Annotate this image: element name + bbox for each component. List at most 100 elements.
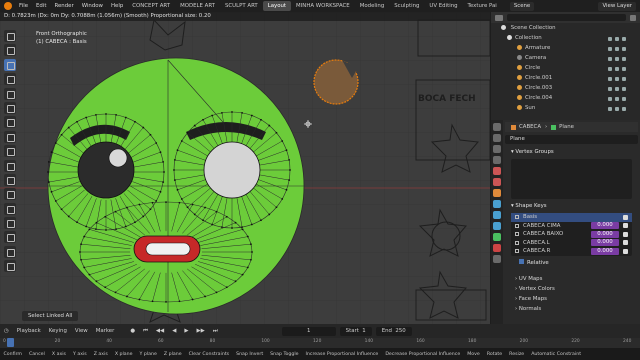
next-keyframe-icon[interactable]: ▶▶ [193, 328, 209, 334]
object-tab-icon[interactable] [493, 189, 501, 197]
filter-icon[interactable] [630, 14, 636, 21]
bevel-tool-icon[interactable] [4, 173, 16, 186]
menu-edit[interactable]: Edit [32, 3, 50, 9]
start-frame-field[interactable]: Start 1 [339, 326, 372, 336]
workspace-tab-texture-paint[interactable]: Texture Pai [463, 1, 502, 11]
extrude-tool-icon[interactable] [4, 145, 16, 158]
timeline-ruler[interactable]: 0 20 40 60 80 100 120 140 160 180 200 220 240 [0, 338, 640, 348]
loop-cut-tool-icon[interactable] [4, 188, 16, 201]
tool-tab-icon[interactable] [493, 123, 501, 131]
outliner-item[interactable]: Circle.003 [491, 83, 640, 93]
select-box-tool-icon[interactable] [4, 30, 16, 42]
view-layer-selector[interactable]: View Layer [598, 1, 636, 11]
vertex-groups-list[interactable] [511, 159, 632, 199]
shape-key-mute-checkbox[interactable] [623, 240, 628, 246]
collapsed-panel[interactable]: › UV Maps [505, 274, 638, 284]
outliner-item[interactable]: Armature [491, 43, 640, 53]
outliner-search-input[interactable] [507, 14, 626, 21]
smooth-tool-icon[interactable] [4, 245, 16, 258]
visibility-toggles-icon[interactable] [608, 65, 634, 71]
visibility-toggles-icon[interactable] [608, 75, 634, 81]
current-frame-field[interactable]: 1 [281, 326, 336, 336]
view-menu[interactable]: View [71, 328, 92, 334]
material-tab-icon[interactable] [493, 244, 501, 252]
jump-end-icon[interactable]: ⏭ [209, 328, 222, 335]
outliner-item[interactable]: Circle.001 [491, 73, 640, 83]
shape-key-row[interactable]: CABECA.R 0.000 [511, 247, 632, 256]
prev-keyframe-icon[interactable]: ◀◀ [152, 328, 168, 334]
physics-tab-icon[interactable] [493, 222, 501, 230]
menu-file[interactable]: File [15, 3, 32, 9]
shape-key-mute-checkbox[interactable] [623, 214, 628, 220]
shape-key-value-field[interactable]: 0.000 [591, 222, 619, 230]
play-reverse-icon[interactable]: ◀ [168, 328, 180, 334]
outliner-item[interactable]: Sun [491, 103, 640, 113]
visibility-toggles-icon[interactable] [608, 95, 634, 101]
move-tool-icon[interactable] [4, 58, 16, 71]
workspace-tab-modele-art[interactable]: MODELE ART [175, 1, 220, 11]
keying-menu[interactable]: Keying [45, 328, 71, 334]
outliner-item[interactable]: Camera [491, 53, 640, 63]
blender-logo-icon[interactable] [4, 2, 12, 10]
workspace-tab-modeling[interactable]: Modeling [355, 1, 390, 11]
particles-tab-icon[interactable] [493, 211, 501, 219]
menu-render[interactable]: Render [50, 3, 77, 9]
scale-tool-icon[interactable] [4, 87, 16, 100]
render-tab-icon[interactable] [493, 134, 501, 142]
cursor-tool-icon[interactable] [4, 44, 16, 57]
outliner-item[interactable]: Circle [491, 63, 640, 73]
scene-collection-item[interactable]: Scene Collection [491, 23, 640, 33]
workspace-tab-sculpting[interactable]: Sculpting [389, 1, 424, 11]
workspace-tab-sculpt-art[interactable]: SCULPT ART [220, 1, 263, 11]
collapsed-panel[interactable]: › Face Maps [505, 294, 638, 304]
playback-menu[interactable]: Playback [13, 328, 45, 334]
menu-help[interactable]: Help [107, 3, 127, 9]
3d-viewport[interactable]: BOCA FECH [0, 12, 490, 324]
visibility-toggles-icon[interactable] [608, 55, 634, 61]
collapsed-panel[interactable]: › Vertex Colors [505, 284, 638, 294]
shape-keys-panel[interactable]: ▾ Shape Keys [505, 201, 638, 211]
texture-tab-icon[interactable] [493, 255, 501, 263]
output-tab-icon[interactable] [493, 145, 501, 153]
outliner-editor-icon[interactable] [495, 14, 503, 21]
outliner-item[interactable]: Collection [491, 33, 640, 43]
menu-window[interactable]: Window [78, 3, 107, 9]
modifier-tab-icon[interactable] [493, 200, 501, 208]
end-frame-field[interactable]: End 250 [375, 326, 412, 336]
workspace-tab-uv-editing[interactable]: UV Editing [424, 1, 462, 11]
shape-key-row[interactable]: CABECA BAIXO 0.000 [511, 230, 632, 239]
visibility-toggles-icon[interactable] [608, 105, 634, 111]
rotate-tool-icon[interactable] [4, 73, 16, 86]
mesh-data-selector[interactable]: Plane [505, 135, 638, 144]
shape-key-value-field[interactable]: 0.000 [591, 247, 619, 255]
shape-key-value-field[interactable]: 0.000 [591, 230, 619, 238]
scene-tab-icon[interactable] [493, 167, 501, 175]
collapsed-panel[interactable]: › Normals [505, 304, 638, 314]
timeline-editor-icon[interactable]: ◷ [0, 328, 13, 334]
workspace-tab-minha[interactable]: MINHA WORKSPACE [291, 1, 355, 11]
vertex-groups-panel[interactable]: ▾ Vertex Groups [505, 147, 638, 157]
world-tab-icon[interactable] [493, 178, 501, 186]
outliner-item[interactable]: Circle.004 [491, 93, 640, 103]
shape-key-row[interactable]: CABECA CIMA 0.000 [511, 222, 632, 231]
transform-tool-icon[interactable] [4, 101, 16, 114]
shape-key-row[interactable]: Basis [511, 213, 632, 222]
view-layer-tab-icon[interactable] [493, 156, 501, 164]
measure-tool-icon[interactable] [4, 130, 16, 143]
jump-start-icon[interactable]: ⏮ [139, 328, 152, 335]
select-linked-panel[interactable]: Select Linked All [22, 311, 79, 321]
shear-tool-icon[interactable] [4, 260, 16, 273]
breadcrumb-data[interactable]: Plane [559, 122, 574, 132]
visibility-toggles-icon[interactable] [608, 35, 634, 41]
relative-checkbox[interactable]: Relative [505, 258, 638, 268]
visibility-toggles-icon[interactable] [608, 45, 634, 51]
shape-key-mute-checkbox[interactable] [623, 223, 628, 229]
scene-selector[interactable]: Scene [509, 1, 535, 11]
record-button-icon[interactable]: ● [126, 328, 139, 334]
breadcrumb-object[interactable]: CABECA [519, 122, 541, 132]
workspace-tab-layout[interactable]: Layout [262, 1, 292, 11]
shape-key-row[interactable]: CABECA.L 0.000 [511, 239, 632, 248]
annotate-tool-icon[interactable] [4, 116, 16, 129]
inset-tool-icon[interactable] [4, 159, 16, 172]
play-icon[interactable]: ▶ [180, 328, 192, 334]
